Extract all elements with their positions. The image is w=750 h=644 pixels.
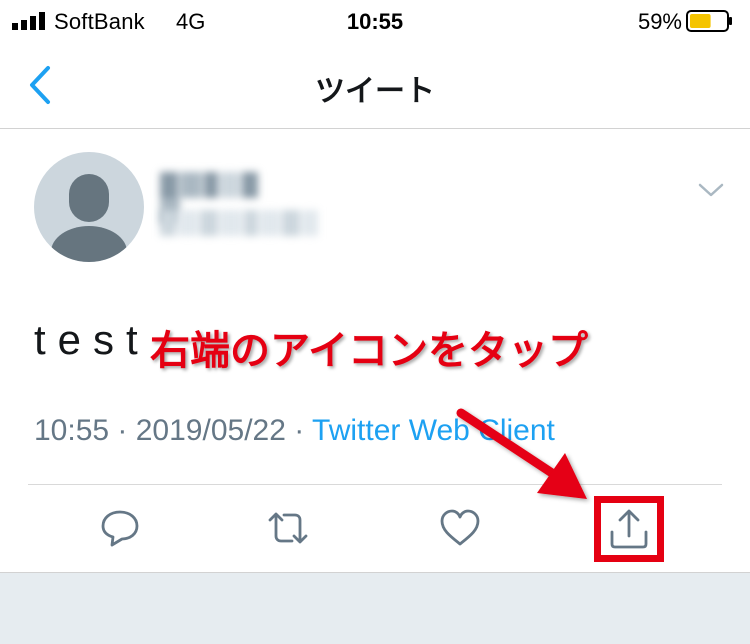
- chevron-down-icon[interactable]: [696, 180, 726, 200]
- retweet-icon[interactable]: [266, 506, 310, 550]
- battery-percentage: 59%: [637, 9, 682, 34]
- default-avatar-icon[interactable]: [34, 152, 144, 262]
- user-handle-redacted[interactable]: [160, 210, 320, 236]
- status-bar: SoftBank 4G 10:55 59%: [0, 0, 750, 44]
- tweet-time: 10:55: [34, 414, 110, 447]
- heart-icon[interactable]: [438, 506, 482, 550]
- tweet-text: test: [34, 316, 150, 363]
- reply-icon[interactable]: [98, 506, 142, 550]
- battery-icon: [686, 10, 732, 32]
- annotation-arrow-icon: [456, 408, 587, 499]
- divider: [28, 484, 722, 485]
- annotation-label: 右端のアイコンをタップ: [150, 329, 588, 373]
- tweet-date: 2019/05/22: [135, 414, 286, 447]
- navigation-bar: ツイート: [0, 44, 750, 129]
- share-icon[interactable]: [607, 508, 651, 552]
- user-display-name-redacted[interactable]: [160, 172, 280, 224]
- meta-separator: ·: [109, 414, 136, 447]
- share-button-highlight[interactable]: [594, 496, 664, 562]
- meta-separator: ·: [285, 414, 313, 447]
- content-background: [0, 572, 750, 644]
- page-title: ツイート: [315, 75, 435, 108]
